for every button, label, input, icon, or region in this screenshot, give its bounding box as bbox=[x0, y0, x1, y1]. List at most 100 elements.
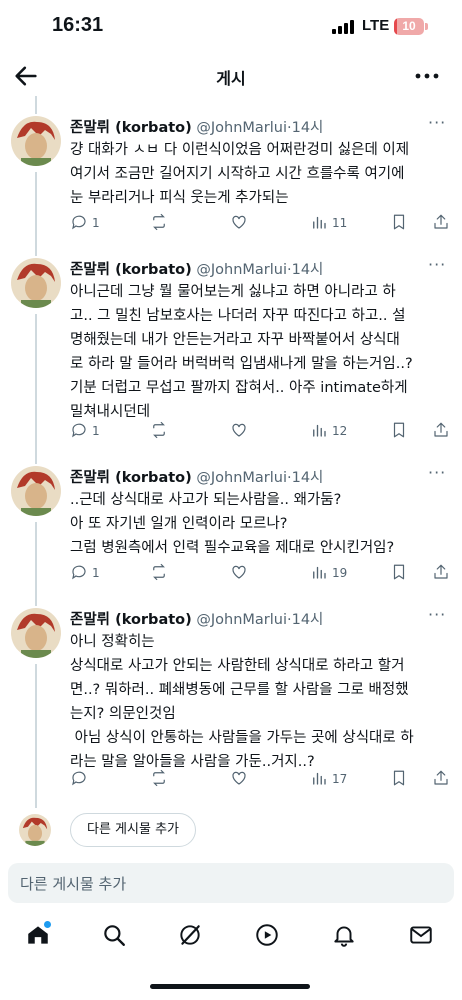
views-icon bbox=[310, 769, 328, 790]
author-name[interactable]: 존말뤼 (korbato) bbox=[70, 612, 192, 628]
thread-line bbox=[35, 314, 37, 464]
reply-icon bbox=[70, 421, 88, 442]
views-count: 19 bbox=[332, 566, 348, 580]
tweet-more-icon[interactable]: ··· bbox=[428, 605, 446, 624]
reply-button[interactable]: 1 bbox=[70, 212, 100, 234]
battery-level: 10 bbox=[402, 19, 416, 33]
author-name[interactable]: 존말뤼 (korbato) bbox=[70, 470, 192, 486]
tweet-text: 아니 정확히는 상식대로 사고가 안되는 사람한테 상식대로 하라고 할거 면.… bbox=[70, 634, 414, 770]
repost-icon bbox=[150, 769, 168, 790]
author-name[interactable]: 존말뤼 (korbato) bbox=[70, 262, 192, 278]
reply-button[interactable] bbox=[70, 768, 92, 790]
views-count: 12 bbox=[332, 424, 348, 438]
tweet-text: ..근데 상식대로 사고가 되는사람을.. 왜가둠? 아 또 자기넨 일개 인력… bbox=[70, 492, 395, 556]
network-type: LTE bbox=[362, 17, 390, 34]
like-button[interactable] bbox=[230, 562, 252, 584]
like-button[interactable] bbox=[230, 768, 252, 790]
tweet-header: 존말뤼 (korbato) @JohnMarlui·14시 bbox=[70, 116, 323, 137]
like-button[interactable] bbox=[230, 212, 252, 234]
reply-count: 1 bbox=[92, 424, 100, 438]
page-title: 게시 bbox=[216, 69, 246, 88]
tweet-actions: 17 bbox=[70, 768, 450, 790]
messages-icon[interactable] bbox=[408, 922, 436, 950]
tweet-actions: 1 12 bbox=[70, 420, 450, 442]
share-button[interactable] bbox=[432, 420, 450, 442]
add-post-row: 다른 게시물 추가 bbox=[0, 808, 462, 852]
heart-icon bbox=[230, 213, 248, 234]
composer: 다른 게시물 추가 bbox=[0, 859, 462, 907]
composer-input[interactable]: 다른 게시물 추가 bbox=[8, 863, 454, 903]
top-nav: 게시 bbox=[0, 56, 462, 96]
grok-icon[interactable] bbox=[177, 922, 205, 950]
heart-icon bbox=[230, 563, 248, 584]
tweet-time[interactable]: 14시 bbox=[292, 120, 324, 136]
bookmark-button[interactable] bbox=[390, 420, 408, 442]
bookmark-icon bbox=[390, 213, 408, 234]
thread-line bbox=[35, 522, 37, 606]
bookmark-button[interactable] bbox=[390, 212, 408, 234]
tweet-more-icon[interactable]: ··· bbox=[428, 113, 446, 132]
bookmark-button[interactable] bbox=[390, 768, 408, 790]
avatar[interactable] bbox=[19, 814, 51, 846]
views-icon bbox=[310, 213, 328, 234]
tweet-header: 존말뤼 (korbato) @JohnMarlui·14시 bbox=[70, 608, 323, 629]
repost-button[interactable] bbox=[150, 212, 172, 234]
share-icon bbox=[432, 421, 450, 442]
reply-count: 1 bbox=[92, 216, 100, 230]
author-handle[interactable]: @JohnMarlui bbox=[196, 262, 287, 278]
bookmark-icon bbox=[390, 563, 408, 584]
notifications-icon[interactable] bbox=[331, 922, 359, 950]
views-button[interactable]: 19 bbox=[310, 562, 347, 584]
author-name[interactable]: 존말뤼 (korbato) bbox=[70, 120, 192, 136]
tweet-time[interactable]: 14시 bbox=[292, 262, 324, 278]
views-count: 11 bbox=[332, 216, 348, 230]
views-icon bbox=[310, 563, 328, 584]
tweet-actions: 1 11 bbox=[70, 212, 450, 234]
video-icon[interactable] bbox=[254, 922, 282, 950]
author-handle[interactable]: @JohnMarlui bbox=[196, 120, 287, 136]
signal-icon bbox=[332, 18, 358, 34]
tweet-time[interactable]: 14시 bbox=[292, 612, 324, 628]
share-button[interactable] bbox=[432, 768, 450, 790]
reply-icon bbox=[70, 213, 88, 234]
search-icon[interactable] bbox=[101, 922, 129, 950]
tweet-more-icon[interactable]: ··· bbox=[428, 255, 446, 274]
bookmark-icon bbox=[390, 769, 408, 790]
tab-bar bbox=[0, 908, 462, 966]
repost-button[interactable] bbox=[150, 420, 172, 442]
repost-button[interactable] bbox=[150, 768, 172, 790]
tweet-text: 아니근데 그냥 뭘 물어보는게 싫냐고 하면 아니라고 하 고.. 그 밀친 남… bbox=[70, 284, 413, 420]
more-horizontal-icon[interactable] bbox=[412, 62, 442, 90]
author-handle[interactable]: @JohnMarlui bbox=[196, 612, 287, 628]
thread-line bbox=[35, 96, 37, 114]
like-button[interactable] bbox=[230, 420, 252, 442]
avatar[interactable] bbox=[11, 258, 61, 308]
repost-icon bbox=[150, 421, 168, 442]
bookmark-button[interactable] bbox=[390, 562, 408, 584]
avatar[interactable] bbox=[11, 608, 61, 658]
avatar[interactable] bbox=[11, 116, 61, 166]
share-button[interactable] bbox=[432, 212, 450, 234]
tweet-more-icon[interactable]: ··· bbox=[428, 463, 446, 482]
reply-count: 1 bbox=[92, 566, 100, 580]
thread-line bbox=[35, 172, 37, 256]
views-count: 17 bbox=[332, 772, 348, 786]
status-time: 16:31 bbox=[52, 14, 104, 36]
repost-button[interactable] bbox=[150, 562, 172, 584]
share-button[interactable] bbox=[432, 562, 450, 584]
author-handle[interactable]: @JohnMarlui bbox=[196, 470, 287, 486]
reply-button[interactable]: 1 bbox=[70, 562, 100, 584]
share-icon bbox=[432, 213, 450, 234]
add-post-button[interactable]: 다른 게시물 추가 bbox=[70, 813, 196, 847]
share-icon bbox=[432, 769, 450, 790]
views-button[interactable]: 17 bbox=[310, 768, 347, 790]
battery-icon: 10 bbox=[394, 18, 424, 35]
views-button[interactable]: 11 bbox=[310, 212, 347, 234]
avatar[interactable] bbox=[11, 466, 61, 516]
reply-button[interactable]: 1 bbox=[70, 420, 100, 442]
tweet-time[interactable]: 14시 bbox=[292, 470, 324, 486]
tweet-header: 존말뤼 (korbato) @JohnMarlui·14시 bbox=[70, 466, 323, 487]
home-unread-dot bbox=[44, 921, 51, 928]
views-button[interactable]: 12 bbox=[310, 420, 347, 442]
battery-cap bbox=[425, 23, 428, 30]
